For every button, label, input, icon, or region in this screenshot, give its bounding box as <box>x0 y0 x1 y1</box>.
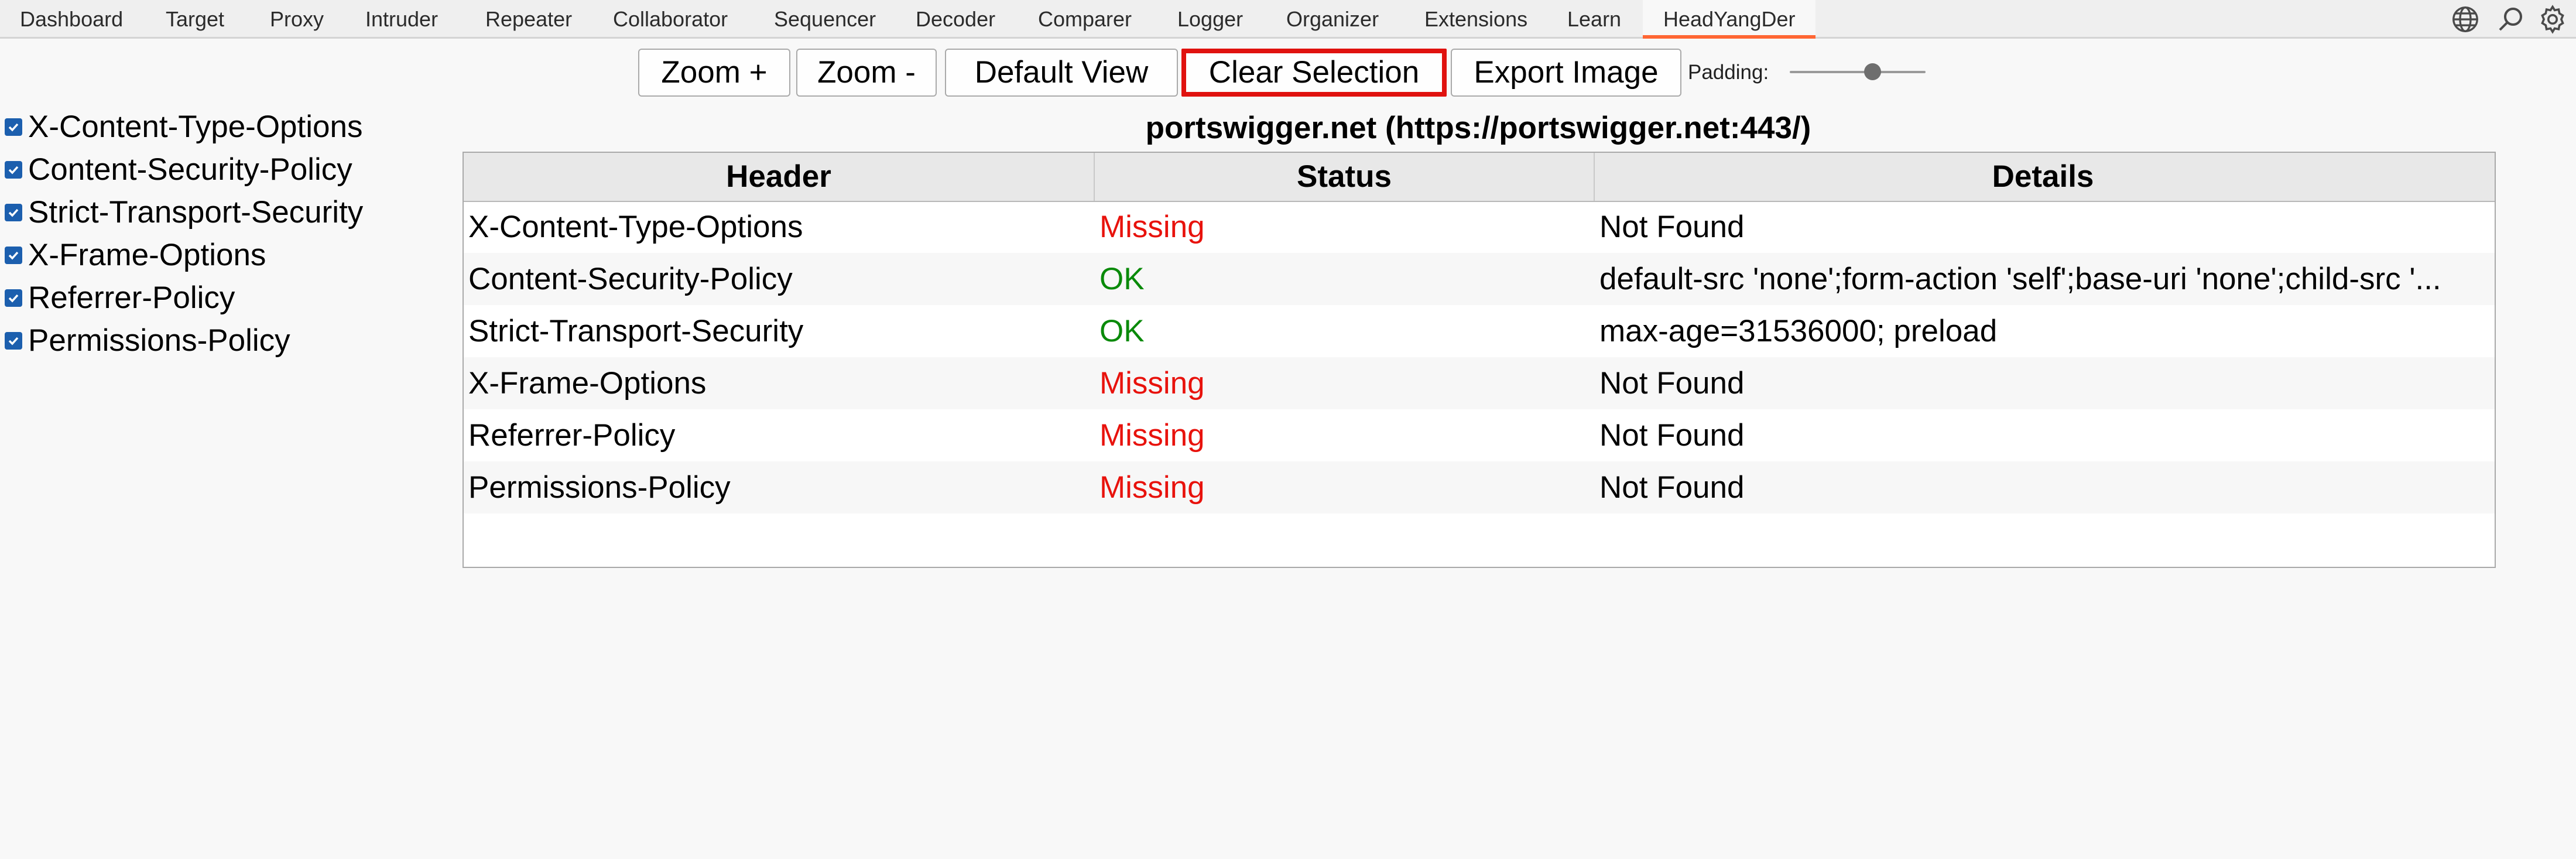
checkbox-checked-icon[interactable] <box>5 289 22 307</box>
filter-label: Referrer-Policy <box>28 280 235 315</box>
zoom-in-button[interactable]: Zoom + <box>638 49 790 97</box>
table-row[interactable]: Referrer-Policy Missing Not Found <box>464 409 2495 461</box>
filter-label: Strict-Transport-Security <box>28 195 364 230</box>
cell-details: default-src 'none';form-action 'self';ba… <box>1599 262 2441 296</box>
tab-proxy[interactable]: Proxy <box>270 0 324 37</box>
site-title: portswigger.net (https://portswigger.net… <box>1145 111 1811 145</box>
table-row[interactable]: Content-Security-Policy OK default-src '… <box>464 253 2495 305</box>
column-header-details[interactable]: Details <box>1595 153 2495 201</box>
clear-selection-button[interactable]: Clear Selection <box>1181 49 1447 97</box>
tab-dashboard[interactable]: Dashboard <box>20 0 123 37</box>
cell-details: Not Found <box>1599 210 1745 244</box>
checkbox-checked-icon[interactable] <box>5 118 22 136</box>
tab-organizer[interactable]: Organizer <box>1286 0 1379 37</box>
cell-status: Missing <box>1099 470 1205 505</box>
padding-label: Padding: <box>1688 61 1769 84</box>
globe-icon[interactable] <box>2450 4 2481 35</box>
filter-label: Content-Security-Policy <box>28 152 352 187</box>
tab-repeater[interactable]: Repeater <box>485 0 572 37</box>
cell-status: Missing <box>1099 366 1205 401</box>
gear-icon[interactable] <box>2537 4 2568 35</box>
tab-collaborator[interactable]: Collaborator <box>613 0 728 37</box>
cell-details: Not Found <box>1599 418 1745 453</box>
checkbox-checked-icon[interactable] <box>5 161 22 179</box>
table-row[interactable]: Strict-Transport-Security OK max-age=315… <box>464 305 2495 357</box>
tab-headyangder[interactable]: HeadYangDer <box>1643 0 1816 39</box>
filter-label: Permissions-Policy <box>28 323 290 358</box>
checkbox-checked-icon[interactable] <box>5 204 22 221</box>
checkbox-checked-icon[interactable] <box>5 332 22 350</box>
default-view-button[interactable]: Default View <box>945 49 1178 97</box>
tab-decoder[interactable]: Decoder <box>916 0 995 37</box>
checkbox-checked-icon[interactable] <box>5 247 22 264</box>
tab-logger[interactable]: Logger <box>1177 0 1243 37</box>
column-header-status[interactable]: Status <box>1095 153 1595 201</box>
headers-table: Header Status Details X-Content-Type-Opt… <box>463 152 2496 568</box>
export-image-button[interactable]: Export Image <box>1451 49 1681 97</box>
tab-learn[interactable]: Learn <box>1567 0 1621 37</box>
cell-details: Not Found <box>1599 470 1745 505</box>
table-header-row: Header Status Details <box>464 153 2495 202</box>
cell-header: Strict-Transport-Security <box>468 314 804 348</box>
tab-extensions[interactable]: Extensions <box>1424 0 1527 37</box>
tab-intruder[interactable]: Intruder <box>365 0 438 37</box>
table-row[interactable]: X-Content-Type-Options Missing Not Found <box>464 201 2495 253</box>
cell-status: Missing <box>1099 418 1205 453</box>
filter-label: X-Content-Type-Options <box>28 109 363 144</box>
search-icon[interactable] <box>2495 4 2526 35</box>
cell-header: Permissions-Policy <box>468 470 731 505</box>
table-row[interactable]: X-Frame-Options Missing Not Found <box>464 357 2495 409</box>
padding-slider[interactable] <box>1790 55 1926 89</box>
slider-thumb[interactable] <box>1864 63 1881 80</box>
cell-header: X-Content-Type-Options <box>468 210 803 244</box>
tab-target[interactable]: Target <box>166 0 224 37</box>
slider-track <box>1790 71 1926 73</box>
cell-header: Content-Security-Policy <box>468 262 793 296</box>
cell-header: X-Frame-Options <box>468 366 707 401</box>
main-tab-bar: Dashboard Target Proxy Intruder Repeater… <box>0 0 2576 39</box>
cell-header: Referrer-Policy <box>468 418 676 453</box>
tab-sequencer[interactable]: Sequencer <box>774 0 876 37</box>
zoom-out-button[interactable]: Zoom - <box>796 49 937 97</box>
filter-label: X-Frame-Options <box>28 238 266 272</box>
cell-details: max-age=31536000; preload <box>1599 314 1998 348</box>
cell-status: OK <box>1099 314 1145 348</box>
tab-comparer[interactable]: Comparer <box>1038 0 1132 37</box>
column-header-header[interactable]: Header <box>464 153 1095 201</box>
cell-status: OK <box>1099 262 1145 296</box>
table-row[interactable]: Permissions-Policy Missing Not Found <box>464 461 2495 514</box>
cell-details: Not Found <box>1599 366 1745 401</box>
cell-status: Missing <box>1099 210 1205 244</box>
